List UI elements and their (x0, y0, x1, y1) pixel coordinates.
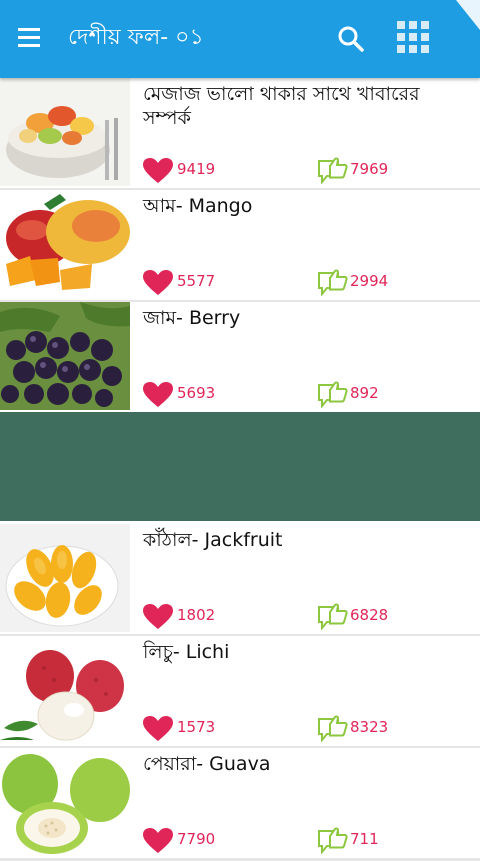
item-title: লিচু- Lichi (143, 641, 230, 663)
grid-icon[interactable] (396, 20, 430, 54)
ad-banner[interactable] (0, 412, 480, 521)
item-title: কাঁঠাল- Jackfruit (143, 529, 283, 551)
thumbs-up-icon (318, 603, 348, 630)
like-count: 5693 (177, 384, 216, 402)
like-count: 5577 (177, 272, 216, 290)
item-title: মেজাজ ভালো থাকার সাথে খাবারের সম্পর্ক (143, 83, 420, 129)
item-title: জাম- Berry (143, 307, 241, 329)
like-count: 1802 (177, 606, 216, 624)
thumbs-up-icon (318, 157, 348, 184)
fruit-bowl-image (0, 78, 130, 186)
thumbs-up-icon (318, 827, 348, 854)
heart-icon (143, 828, 173, 853)
heart-icon (143, 270, 173, 295)
item-title: পেয়ারা- Guava (143, 753, 271, 775)
like-count: 9419 (177, 160, 216, 178)
like-count: 7790 (177, 830, 216, 848)
search-icon[interactable] (336, 24, 366, 54)
thumbs-up-icon (318, 715, 348, 742)
menu-icon[interactable] (18, 28, 40, 48)
list-item[interactable]: মেজাজ ভালো থাকার সাথে খাবারের সম্পর্ক 94… (0, 78, 480, 191)
list-item[interactable]: আম- Mango 5577 2994 (0, 190, 480, 303)
guava-image (0, 748, 130, 856)
heart-icon (143, 382, 173, 407)
list-item[interactable]: কাঁঠাল- Jackfruit 1802 6828 (0, 524, 480, 637)
heart-icon (143, 158, 173, 183)
thumbs-up-icon (318, 381, 348, 408)
thumbs-up-count: 6828 (350, 606, 389, 624)
item-title: আম- Mango (143, 195, 253, 217)
thumbs-up-count: 711 (350, 830, 379, 848)
thumbs-up-count: 8323 (350, 718, 389, 736)
list-item[interactable]: লিচু- Lichi 1573 8323 (0, 636, 480, 749)
heart-icon (143, 604, 173, 629)
lichi-image (0, 636, 130, 744)
like-count: 1573 (177, 718, 216, 736)
thumbs-up-count: 7969 (350, 160, 389, 178)
app-bar: দেশীয় ফল- ০১ (0, 0, 480, 78)
jackfruit-image (0, 524, 130, 632)
list-item[interactable]: জাম- Berry 5693 892 (0, 302, 480, 415)
mango-image (0, 190, 130, 298)
thumbs-up-count: 2994 (350, 272, 389, 290)
list-item[interactable]: পেয়ারা- Guava 7790 711 (0, 748, 480, 861)
heart-icon (143, 716, 173, 741)
berry-image (0, 302, 130, 410)
page-title: দেশীয় ফল- ০১ (68, 25, 204, 50)
thumbs-up-count: 892 (350, 384, 379, 402)
thumbs-up-icon (318, 269, 348, 296)
overflow-edge-icon (456, 0, 480, 30)
